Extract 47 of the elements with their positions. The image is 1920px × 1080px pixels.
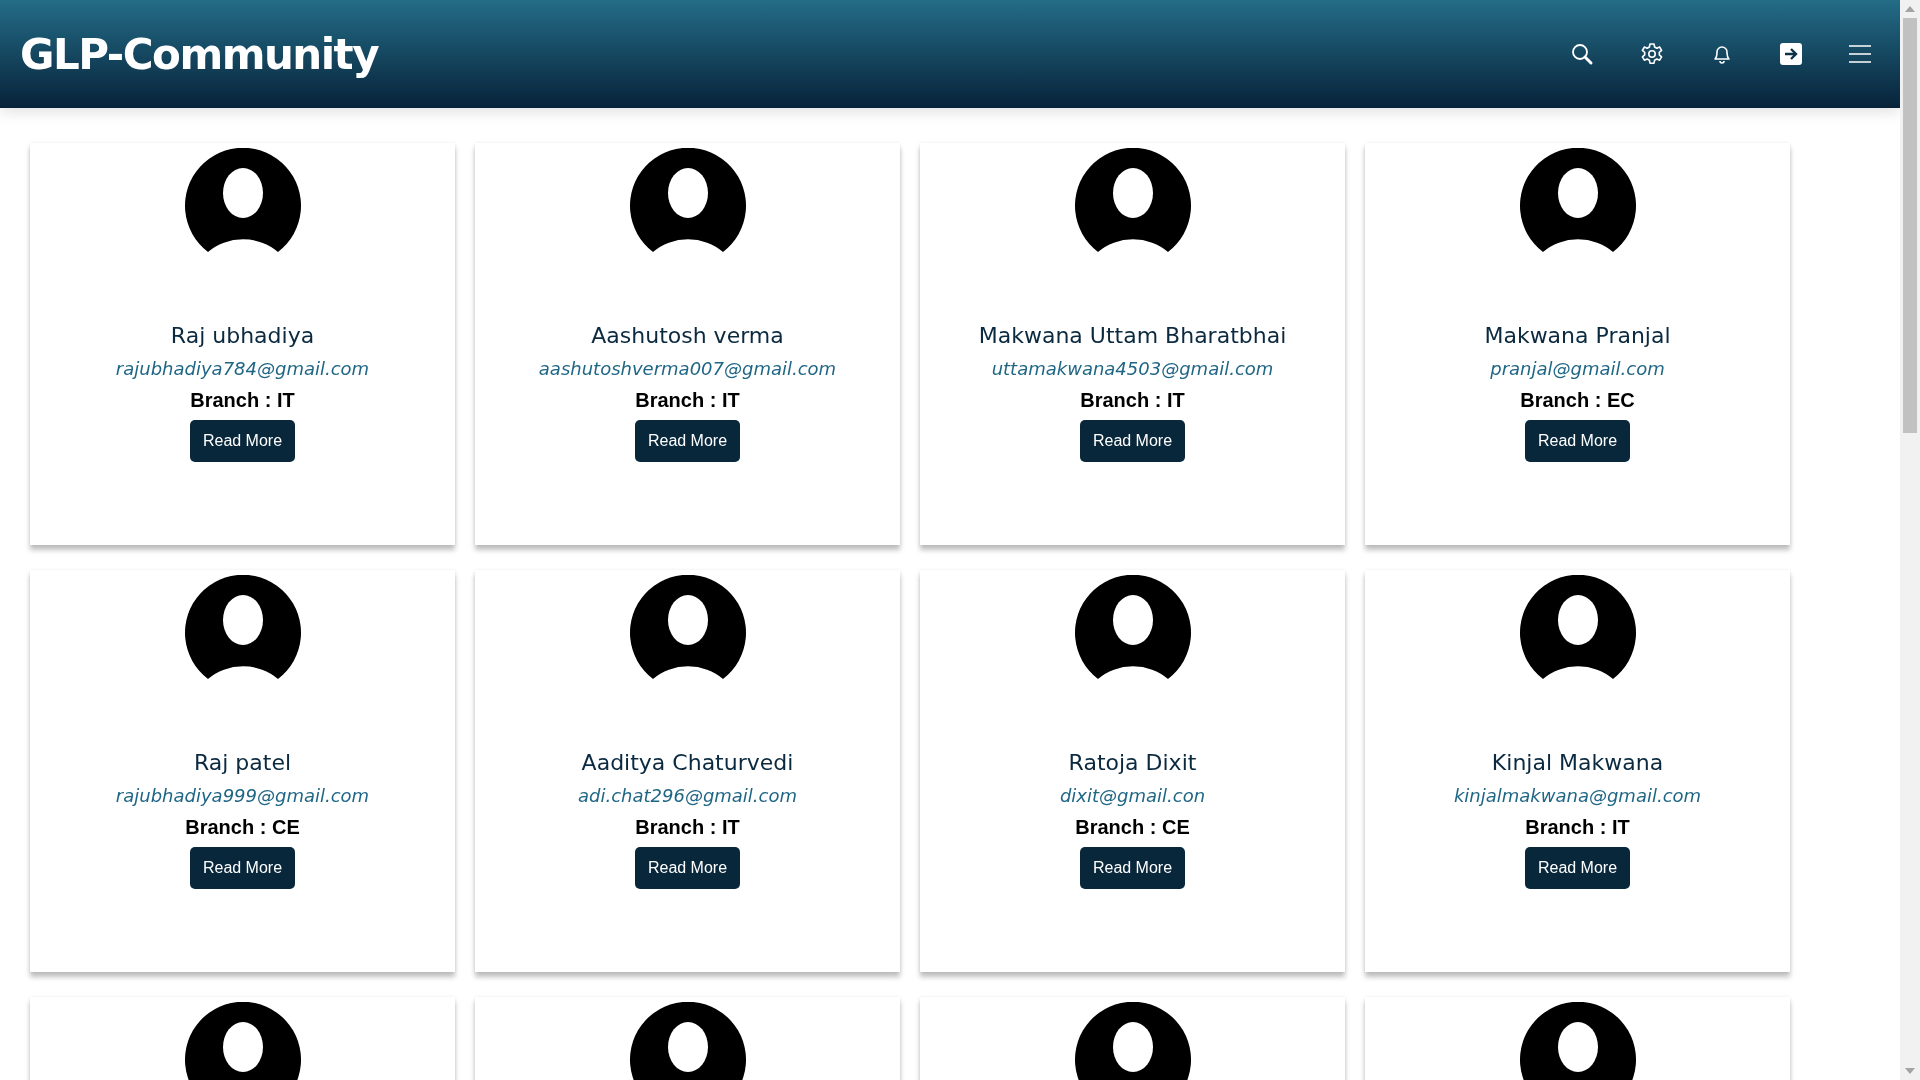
member-name: Raj patel <box>193 750 292 775</box>
avatar-icon <box>184 148 301 253</box>
member-branch: Branch : IT <box>190 389 295 412</box>
read-more-button[interactable]: Read More <box>189 847 296 889</box>
read-more-button[interactable]: Read More <box>1524 847 1631 889</box>
member-email: rajubhadiya784@gmail.com <box>115 358 370 379</box>
search-icon[interactable] <box>1570 42 1594 66</box>
avatar-icon <box>1074 575 1191 680</box>
settings-icon[interactable] <box>1640 42 1664 66</box>
sign-in-icon[interactable] <box>1780 43 1802 65</box>
menu-icon[interactable] <box>1848 44 1872 64</box>
member-name: Raj ubhadiya <box>170 323 315 348</box>
member-branch: Branch : IT <box>1525 816 1630 839</box>
member-name: Aaditya Chaturvedi <box>581 750 794 775</box>
member-email: rajubhadiya999@gmail.com <box>115 785 370 806</box>
member-email: dixit@gmail.con <box>1059 785 1206 806</box>
member-name: Kinjal Makwana <box>1491 750 1664 775</box>
member-branch: Branch : CE <box>185 816 300 839</box>
site-logo[interactable]: GLP-Community <box>20 29 379 79</box>
member-email: aashutoshverma007@gmail.com <box>538 358 837 379</box>
member-name: Makwana Pranjal <box>1484 323 1671 348</box>
read-more-button[interactable]: Read More <box>1524 420 1631 462</box>
read-more-button[interactable]: Read More <box>634 847 741 889</box>
avatar-icon <box>1519 575 1636 680</box>
read-more-button[interactable]: Read More <box>634 420 741 462</box>
member-branch: Branch : IT <box>635 389 740 412</box>
member-email: adi.chat296@gmail.com <box>577 785 798 806</box>
member-name: Ratoja Dixit <box>1068 750 1197 775</box>
avatar-icon <box>1519 148 1636 253</box>
scrollbar[interactable] <box>1900 0 1920 1080</box>
read-more-button[interactable]: Read More <box>1079 420 1186 462</box>
avatar-icon <box>184 575 301 680</box>
member-email: uttamakwana4503@gmail.com <box>991 358 1274 379</box>
read-more-button[interactable]: Read More <box>189 420 296 462</box>
member-branch: Branch : EC <box>1520 389 1635 412</box>
member-email: pranjal@gmail.com <box>1490 358 1665 379</box>
member-name: Aashutosh verma <box>591 323 784 348</box>
avatar-icon <box>629 575 746 680</box>
member-branch: Branch : CE <box>1075 816 1190 839</box>
scrollbar-thumb[interactable] <box>1903 18 1917 433</box>
member-name: Makwana Uttam Bharatbhai <box>978 323 1287 348</box>
avatar-icon <box>1074 148 1191 253</box>
member-branch: Branch : IT <box>635 816 740 839</box>
member-email: kinjalmakwana@gmail.com <box>1453 785 1702 806</box>
avatar-icon <box>629 148 746 253</box>
read-more-button[interactable]: Read More <box>1079 847 1186 889</box>
member-branch: Branch : IT <box>1080 389 1185 412</box>
